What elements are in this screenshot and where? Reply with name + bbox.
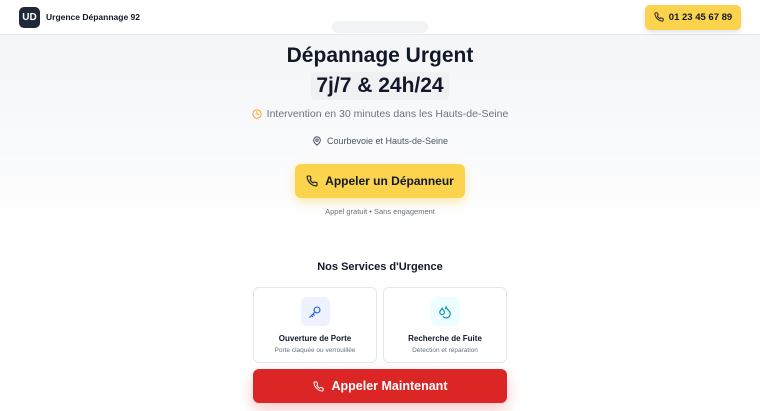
hero-badge-placeholder: [332, 21, 428, 33]
service-icon-box: [430, 297, 460, 326]
location-text: Courbevoie et Hauts-de-Seine: [326, 136, 449, 146]
hero-title: Dépannage Urgent: [286, 44, 474, 67]
hero-background: [0, 0, 760, 240]
droplets-icon: [439, 305, 451, 318]
cta-note: Appel gratuit • Sans engagement: [325, 207, 435, 216]
call-depanneur-label: Appeler un Dépanneur: [325, 174, 454, 188]
service-title: Recherche de Fuite: [408, 334, 482, 343]
service-description: Porte claquée ou verrouillée: [274, 347, 356, 354]
phone-icon: [306, 175, 318, 187]
brand-name: Urgence Dépannage 92: [46, 12, 141, 22]
logo: UD: [19, 6, 40, 28]
intervention-info: Intervention en 30 minutes dans les Haut…: [0, 108, 760, 120]
map-pin-icon: [313, 136, 321, 146]
clock-icon: [252, 109, 262, 119]
intervention-text: Intervention en 30 minutes dans les Haut…: [266, 108, 509, 120]
phone-icon: [654, 12, 664, 22]
call-now-button[interactable]: Appeler Maintenant: [253, 369, 507, 403]
service-card-leak[interactable]: Recherche de Fuite Détection et réparati…: [383, 287, 507, 363]
call-now-label: Appeler Maintenant: [331, 379, 448, 393]
call-depanneur-button[interactable]: Appeler un Dépanneur: [295, 164, 465, 198]
service-title: Ouverture de Porte: [278, 334, 352, 343]
header-phone-number: 01 23 45 67 89: [668, 11, 733, 23]
hero-subtitle: 7j/7 & 24h/24: [311, 72, 449, 100]
phone-icon: [312, 380, 324, 392]
service-card-door[interactable]: Ouverture de Porte Porte claquée ou verr…: [253, 287, 377, 363]
hero-subtitle-wrap: 7j/7 & 24h/24: [0, 72, 760, 100]
brand[interactable]: UD Urgence Dépannage 92: [19, 6, 141, 28]
service-description: Détection et réparation: [412, 347, 478, 354]
header-call-button[interactable]: 01 23 45 67 89: [645, 4, 741, 30]
services-title: Nos Services d'Urgence: [317, 261, 443, 273]
service-icon-box: [300, 297, 330, 326]
key-icon: [309, 305, 321, 318]
location-info: Courbevoie et Hauts-de-Seine: [0, 136, 760, 146]
